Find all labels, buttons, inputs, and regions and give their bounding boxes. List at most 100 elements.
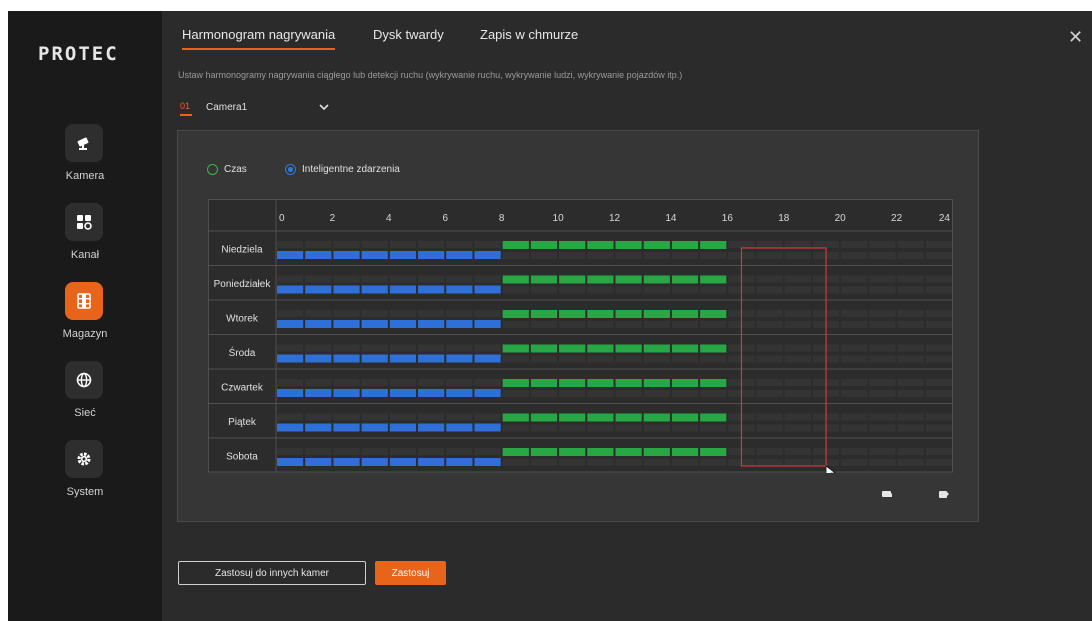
empty-slot[interactable]: [671, 424, 699, 432]
continuous-slot[interactable]: [474, 285, 501, 294]
chevron-down-icon[interactable]: [318, 100, 330, 118]
event-slot[interactable]: [559, 379, 586, 387]
event-slot[interactable]: [559, 413, 586, 422]
event-slot[interactable]: [700, 379, 727, 387]
empty-slot[interactable]: [474, 275, 501, 283]
empty-slot[interactable]: [474, 241, 501, 248]
empty-slot[interactable]: [869, 424, 896, 432]
continuous-slot[interactable]: [418, 285, 445, 294]
event-slot[interactable]: [643, 379, 670, 387]
event-slot[interactable]: [502, 310, 529, 318]
empty-slot[interactable]: [784, 424, 811, 432]
empty-slot[interactable]: [841, 310, 868, 317]
empty-slot[interactable]: [784, 355, 811, 363]
empty-slot[interactable]: [389, 310, 417, 317]
empty-slot[interactable]: [841, 286, 868, 294]
empty-slot[interactable]: [305, 241, 332, 248]
empty-slot[interactable]: [559, 424, 586, 432]
continuous-slot[interactable]: [277, 458, 304, 466]
event-slot[interactable]: [671, 344, 699, 353]
empty-slot[interactable]: [474, 379, 501, 386]
event-slot[interactable]: [700, 344, 727, 353]
event-slot[interactable]: [587, 275, 614, 284]
empty-slot[interactable]: [841, 355, 868, 363]
event-slot[interactable]: [643, 241, 670, 249]
event-slot[interactable]: [530, 448, 558, 456]
event-slot[interactable]: [502, 379, 529, 387]
continuous-slot[interactable]: [305, 251, 332, 259]
continuous-slot[interactable]: [418, 458, 445, 466]
empty-slot[interactable]: [728, 241, 755, 248]
empty-slot[interactable]: [869, 252, 896, 259]
empty-slot[interactable]: [559, 252, 586, 259]
empty-slot[interactable]: [277, 413, 304, 421]
continuous-slot[interactable]: [389, 251, 417, 259]
empty-slot[interactable]: [277, 448, 304, 455]
event-slot[interactable]: [530, 413, 558, 422]
empty-slot[interactable]: [361, 344, 388, 352]
empty-slot[interactable]: [277, 310, 304, 317]
continuous-slot[interactable]: [389, 285, 417, 294]
continuous-slot[interactable]: [305, 320, 332, 328]
continuous-slot[interactable]: [361, 320, 388, 328]
continuous-slot[interactable]: [277, 423, 304, 432]
empty-slot[interactable]: [446, 413, 473, 421]
empty-slot[interactable]: [502, 286, 529, 294]
continuous-slot[interactable]: [333, 251, 360, 259]
copy-schedule-icon[interactable]: [938, 487, 950, 505]
empty-slot[interactable]: [333, 275, 360, 283]
continuous-slot[interactable]: [418, 320, 445, 328]
event-slot[interactable]: [700, 310, 727, 318]
empty-slot[interactable]: [784, 448, 811, 455]
event-slot[interactable]: [502, 448, 529, 456]
empty-slot[interactable]: [897, 310, 924, 317]
empty-slot[interactable]: [756, 448, 783, 455]
empty-slot[interactable]: [530, 321, 558, 328]
continuous-slot[interactable]: [305, 389, 332, 397]
empty-slot[interactable]: [925, 252, 952, 259]
empty-slot[interactable]: [897, 241, 924, 248]
event-slot[interactable]: [559, 275, 586, 284]
empty-slot[interactable]: [869, 286, 896, 294]
close-icon[interactable]: ✕: [1068, 27, 1083, 48]
empty-slot[interactable]: [925, 355, 952, 363]
schedule-grid[interactable]: 0 2 4 6 8 10 12 14 16 18 20 22 24NiedzielaPoniedział…: [208, 199, 953, 473]
continuous-slot[interactable]: [333, 285, 360, 294]
empty-slot[interactable]: [502, 459, 529, 466]
event-slot[interactable]: [615, 275, 642, 284]
event-slot[interactable]: [587, 344, 614, 353]
empty-slot[interactable]: [756, 355, 783, 363]
empty-slot[interactable]: [841, 275, 868, 283]
event-slot[interactable]: [559, 448, 586, 456]
empty-slot[interactable]: [418, 344, 445, 352]
empty-slot[interactable]: [615, 252, 642, 259]
empty-slot[interactable]: [305, 344, 332, 352]
continuous-slot[interactable]: [389, 423, 417, 432]
event-slot[interactable]: [502, 413, 529, 422]
continuous-slot[interactable]: [361, 458, 388, 466]
empty-slot[interactable]: [502, 424, 529, 432]
empty-slot[interactable]: [812, 241, 840, 248]
empty-slot[interactable]: [671, 321, 699, 328]
event-slot[interactable]: [643, 275, 670, 284]
event-slot[interactable]: [530, 379, 558, 387]
empty-slot[interactable]: [869, 390, 896, 397]
empty-slot[interactable]: [361, 379, 388, 386]
empty-slot[interactable]: [869, 321, 896, 328]
empty-slot[interactable]: [277, 241, 304, 248]
empty-slot[interactable]: [700, 355, 727, 363]
event-slot[interactable]: [559, 344, 586, 353]
empty-slot[interactable]: [333, 344, 360, 352]
continuous-slot[interactable]: [333, 423, 360, 432]
empty-slot[interactable]: [615, 321, 642, 328]
empty-slot[interactable]: [361, 310, 388, 317]
empty-slot[interactable]: [897, 413, 924, 421]
empty-slot[interactable]: [671, 286, 699, 294]
empty-slot[interactable]: [897, 448, 924, 455]
empty-slot[interactable]: [643, 390, 670, 397]
empty-slot[interactable]: [671, 390, 699, 397]
event-slot[interactable]: [700, 413, 727, 422]
empty-slot[interactable]: [643, 286, 670, 294]
empty-slot[interactable]: [869, 241, 896, 248]
event-slot[interactable]: [530, 275, 558, 284]
